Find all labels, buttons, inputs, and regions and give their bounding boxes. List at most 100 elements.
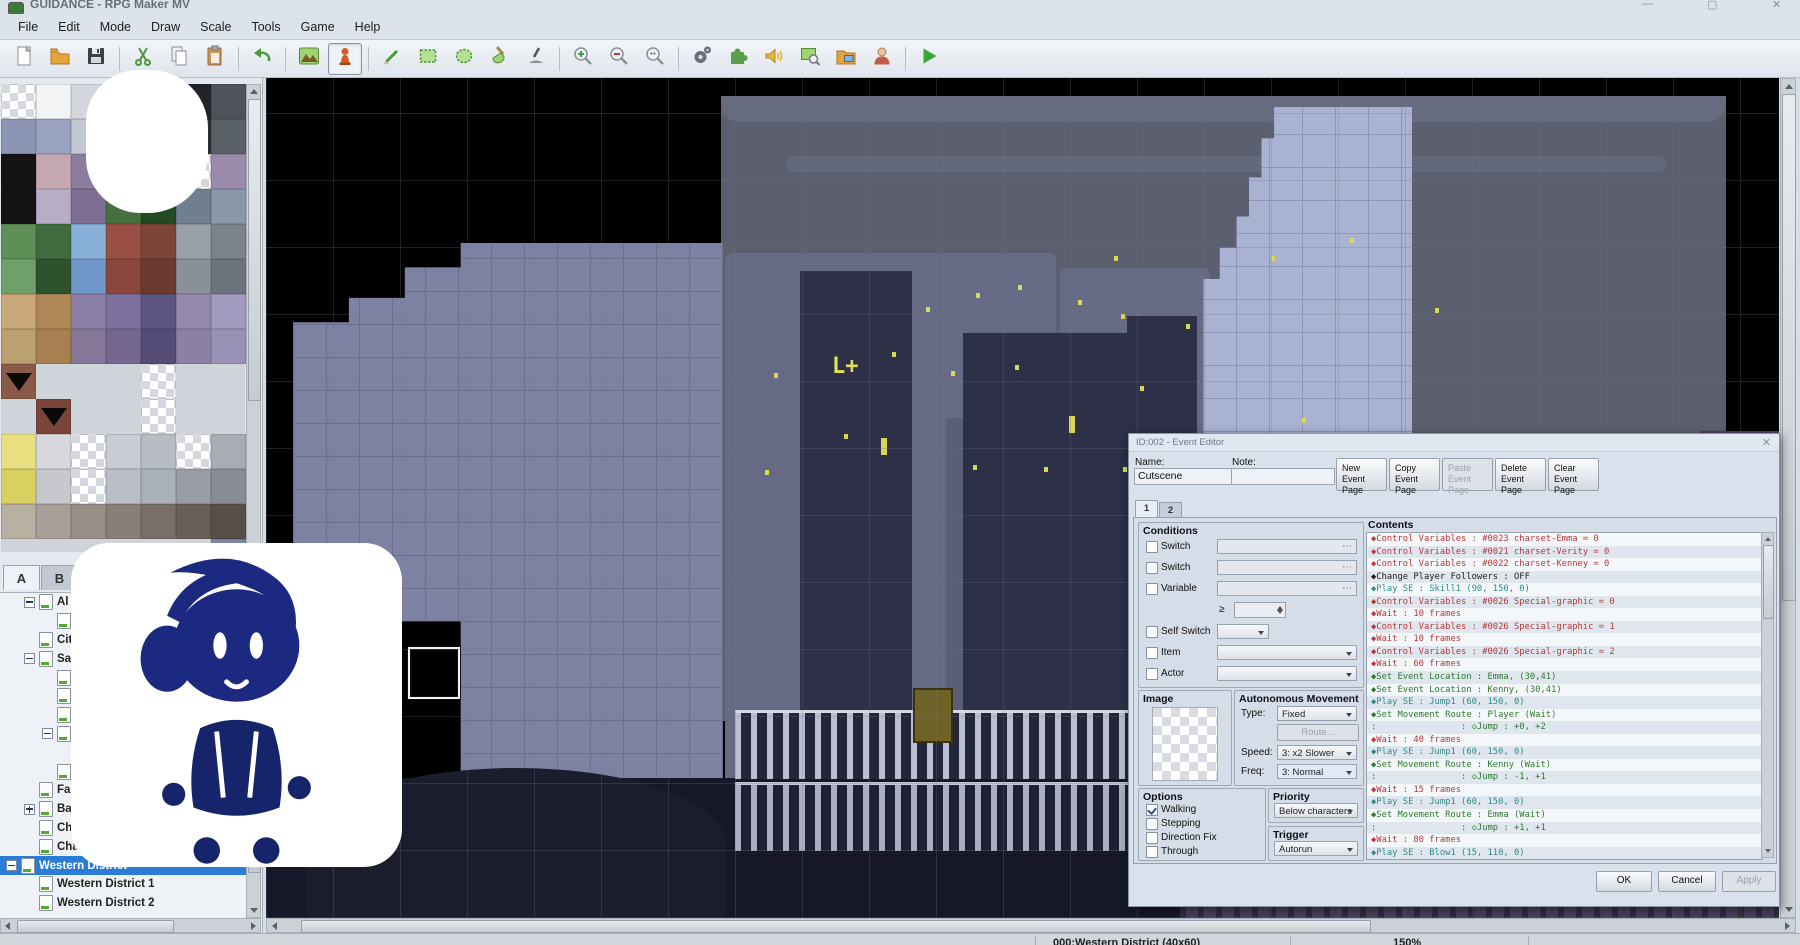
palette-scrollbar[interactable] [246, 84, 261, 591]
map-mode-button[interactable] [292, 43, 326, 75]
palette-tile[interactable] [1, 329, 36, 364]
playtest-button[interactable] [912, 43, 946, 75]
event-command-line[interactable]: ◆Wait : 10 frames [1367, 608, 1762, 621]
event-command-line[interactable]: ◆Control Variables : #0026 Special-graph… [1367, 621, 1762, 634]
tree-expander-icon[interactable] [6, 860, 17, 871]
palette-tile[interactable] [211, 119, 246, 154]
stepping-checkbox[interactable] [1146, 818, 1158, 830]
map-vscrollbar[interactable] [1780, 78, 1796, 918]
cancel-button[interactable]: Cancel [1658, 871, 1716, 892]
new-file-button[interactable] [7, 43, 41, 75]
save-button[interactable] [79, 43, 113, 75]
event-mode-button[interactable] [328, 43, 362, 75]
menu-edit[interactable]: Edit [48, 17, 90, 37]
map-vscroll-thumb[interactable] [1782, 94, 1796, 601]
palette-tile[interactable] [36, 329, 71, 364]
menu-draw[interactable]: Draw [141, 17, 190, 37]
palette-tile[interactable] [141, 329, 176, 364]
palette-tile[interactable] [141, 399, 176, 434]
event-command-line[interactable]: ◆Control Variables : #0026 Special-graph… [1367, 596, 1762, 609]
rectangle-tool-button[interactable] [411, 43, 445, 75]
tree-hscroll-thumb[interactable] [17, 920, 174, 933]
event-command-line[interactable]: ◆Control Variables : #0022 charset-Kenne… [1367, 558, 1762, 571]
map-hscroll-thumb[interactable] [301, 920, 1371, 933]
type-combo[interactable]: Fixed [1277, 706, 1357, 721]
dialog-close-icon[interactable]: ✕ [1762, 436, 1771, 449]
character-generator-button[interactable] [865, 43, 899, 75]
palette-tile[interactable] [176, 329, 211, 364]
palette-tile[interactable] [1, 294, 36, 329]
palette-tile[interactable] [36, 469, 71, 504]
palette-scroll-up-icon[interactable] [250, 89, 258, 94]
palette-tile[interactable] [106, 434, 141, 469]
palette-tile[interactable] [211, 434, 246, 469]
palette-tile[interactable] [36, 434, 71, 469]
palette-tile[interactable] [176, 469, 211, 504]
palette-tile[interactable] [1, 364, 36, 399]
open-folder-button[interactable] [43, 43, 77, 75]
undo-button[interactable] [245, 43, 279, 75]
menu-mode[interactable]: Mode [90, 17, 141, 37]
event-command-line[interactable]: : : ◇Jump : +1, +1 [1367, 822, 1762, 835]
map-scroll-up-icon[interactable] [1785, 84, 1793, 89]
palette-tile[interactable] [141, 434, 176, 469]
ok-button[interactable]: OK [1596, 871, 1652, 892]
palette-tile[interactable] [211, 189, 246, 224]
pencil-tool-button[interactable] [375, 43, 409, 75]
event-command-line[interactable]: ◆Wait : 80 frames [1367, 834, 1762, 847]
palette-tile[interactable] [211, 224, 246, 259]
palette-tile[interactable] [211, 84, 246, 119]
event-image-box[interactable] [1152, 707, 1218, 781]
apply-button[interactable]: Apply [1722, 871, 1776, 892]
dialog-title-bar[interactable]: ID:002 - Event Editor ✕ [1129, 434, 1779, 452]
variable-field[interactable] [1217, 581, 1357, 596]
map-scroll-down-icon[interactable] [1785, 907, 1793, 912]
clear-event-page-button[interactable]: ClearEvent Page [1548, 458, 1599, 491]
tree-scroll-down-icon[interactable] [250, 908, 258, 913]
palette-tile[interactable] [106, 329, 141, 364]
switch1-field[interactable] [1217, 539, 1357, 554]
palette-tile[interactable] [176, 259, 211, 294]
event-command-line[interactable]: ◆Control Variables : #0026 Special-graph… [1367, 646, 1762, 659]
menu-game[interactable]: Game [291, 17, 345, 37]
maximize-button[interactable]: ▢ [1707, 0, 1717, 11]
palette-tile[interactable] [176, 434, 211, 469]
map-hscroll-left-icon[interactable] [272, 922, 277, 930]
event-command-line[interactable]: ◆Play SE : Blow1 (15, 110, 0) [1367, 847, 1762, 860]
palette-tile[interactable] [1, 259, 36, 294]
fill-tool-button[interactable] [483, 43, 517, 75]
palette-tile[interactable] [36, 189, 71, 224]
event-command-line[interactable]: ◆Play SE : Jump1 (60, 150, 0) [1367, 796, 1762, 809]
sound-test-button[interactable] [757, 43, 791, 75]
variable-value-spinner[interactable] [1234, 602, 1286, 618]
event-command-line[interactable]: ◆Wait : 60 frames [1367, 658, 1762, 671]
palette-tile[interactable] [71, 224, 106, 259]
menu-file[interactable]: File [8, 17, 48, 37]
freq-combo[interactable]: 3: Normal [1277, 764, 1357, 779]
event-command-line[interactable]: ◆Play SE : Jump1 (60, 150, 0) [1367, 746, 1762, 759]
palette-tile[interactable] [1, 84, 36, 119]
palette-tile[interactable] [176, 294, 211, 329]
palette-tab-a[interactable]: A [3, 565, 40, 590]
palette-tile[interactable] [211, 259, 246, 294]
event-page-tab-2[interactable]: 2 [1159, 502, 1182, 518]
menu-tools[interactable]: Tools [241, 17, 290, 37]
walking-checkbox[interactable] [1146, 804, 1158, 816]
menu-help[interactable]: Help [345, 17, 391, 37]
palette-tile[interactable] [141, 504, 176, 539]
palette-tile[interactable] [1, 504, 36, 539]
actor-checkbox[interactable] [1146, 668, 1158, 680]
palette-tile[interactable] [106, 294, 141, 329]
palette-tile[interactable] [1, 154, 36, 189]
palette-tile[interactable] [36, 224, 71, 259]
palette-tile[interactable] [71, 329, 106, 364]
zoom-actual-button[interactable] [638, 43, 672, 75]
close-button[interactable]: ✕ [1772, 0, 1781, 11]
ellipse-tool-button[interactable] [447, 43, 481, 75]
event-page-tab-1[interactable]: 1 [1135, 500, 1158, 518]
speed-combo[interactable]: 3: x2 Slower [1277, 745, 1357, 760]
contents-scroll-thumb[interactable] [1763, 545, 1774, 619]
database-button[interactable] [685, 43, 719, 75]
zoom-in-button[interactable] [566, 43, 600, 75]
copy-event-page-button[interactable]: CopyEvent Page [1389, 458, 1440, 491]
